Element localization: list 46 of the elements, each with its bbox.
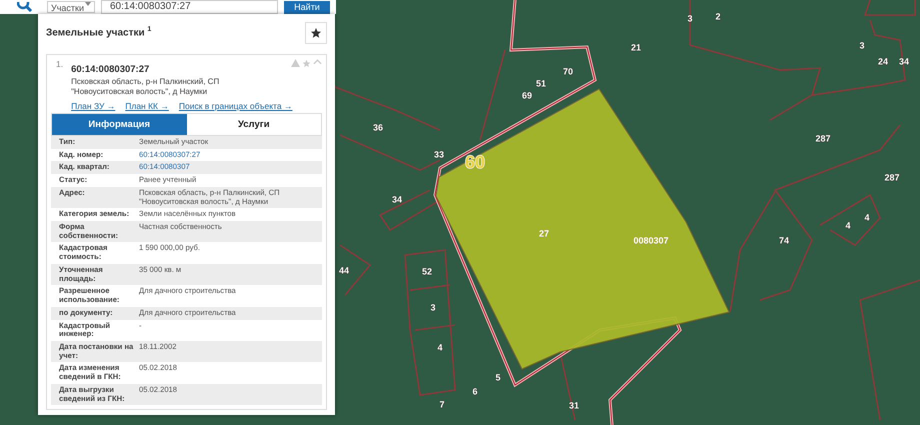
parcel-number: 3: [430, 302, 436, 312]
parcel-number: 44: [339, 265, 349, 276]
result-index: 1.: [56, 59, 64, 71]
parcel-number: 0080307: [633, 235, 669, 246]
star-icon: [310, 27, 322, 39]
cadastral-number[interactable]: 60:14:0080307:27: [71, 64, 150, 75]
plan-link[interactable]: План ЗУ →: [71, 101, 116, 111]
parcel-number: 3: [688, 13, 692, 24]
caret-icon: [85, 2, 91, 6]
tab[interactable]: Информация: [52, 114, 186, 135]
parcel-number: 70: [563, 66, 573, 76]
star-icon[interactable]: [302, 59, 311, 68]
category-label: Участки: [51, 2, 84, 12]
selected-parcel[interactable]: [435, 88, 730, 370]
parcel-number: 5: [496, 372, 500, 382]
parcel-number: 51: [536, 78, 546, 88]
plan-link[interactable]: План КК →: [125, 101, 169, 111]
find-button[interactable]: Найти: [284, 0, 330, 14]
search-field[interactable]: 60:14:0080307:27: [101, 0, 278, 14]
parcel-number: 52: [422, 266, 432, 276]
result-address: Псковская область, р-н Палкинский, СП "Новоуситовская волость", д Наумки: [71, 77, 220, 97]
parcel-number: 4: [438, 342, 442, 352]
parcel-number: 34: [899, 56, 909, 66]
category-dropdown[interactable]: Участки: [47, 1, 95, 13]
parcel-number: 74: [779, 235, 789, 246]
favorites-button[interactable]: [305, 22, 327, 44]
parcel-number: 3: [860, 40, 864, 50]
results-title: Земельные участки $^{1}$: [46, 25, 152, 38]
parcel-number: 4: [846, 220, 850, 230]
parcel-number: 33: [434, 149, 444, 160]
parcel-number: 21: [631, 42, 641, 52]
parcel-number: 2: [716, 11, 720, 22]
parcel-number: 34: [392, 194, 402, 204]
parcel-number: 36: [373, 122, 383, 132]
parcel-number: 287: [815, 133, 831, 144]
parcel-number: 31: [569, 400, 579, 410]
plan-link[interactable]: Поиск в границах объекта →: [178, 101, 292, 111]
search-icon[interactable]: [17, 2, 33, 12]
parcel-number: 69: [522, 90, 532, 100]
parcel-number: 6: [472, 386, 478, 396]
parcel-number: 4: [864, 212, 870, 222]
parcel-number: 287: [884, 172, 900, 182]
quarter-number: 60: [464, 152, 486, 172]
parcel-number: 27: [539, 228, 549, 238]
parcel-number: 7: [440, 399, 444, 410]
parcel-number: 24: [878, 56, 888, 66]
